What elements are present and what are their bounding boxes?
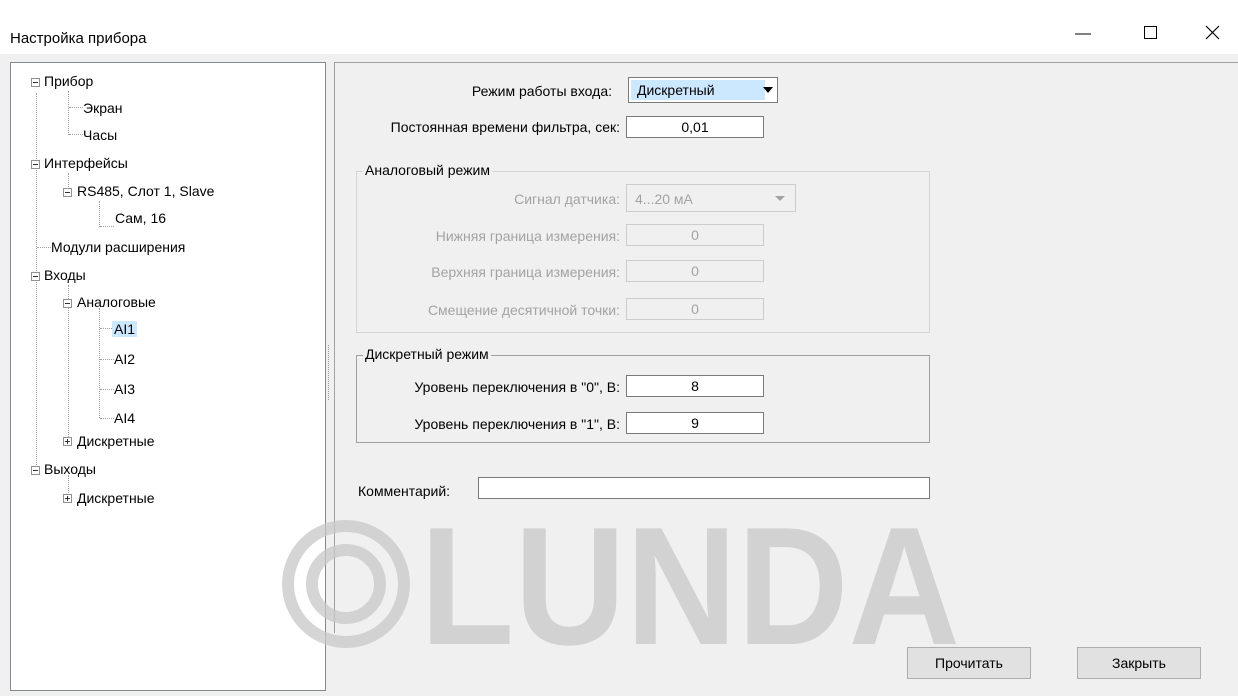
- title-bar: Настройка прибора: [0, 0, 1238, 54]
- tree-connector-line: [99, 201, 100, 227]
- tree-node-device[interactable]: Прибор: [44, 71, 93, 91]
- upper-limit-label: Верхняя граница измерения:: [431, 264, 620, 280]
- input-mode-value: Дискретный: [637, 82, 715, 98]
- close-button[interactable]: Закрыть: [1077, 647, 1201, 679]
- decimal-offset-label: Смещение десятичной точки:: [427, 302, 620, 318]
- analog-mode-title: Аналоговый режим: [363, 162, 492, 178]
- tree-connector-line: [68, 285, 69, 441]
- lower-limit-input[interactable]: 0: [626, 224, 764, 246]
- discrete-mode-title: Дискретный режим: [363, 346, 491, 362]
- tree-connector-line: [100, 226, 114, 227]
- comment-label: Комментарий:: [358, 483, 451, 499]
- tree-node-outputs[interactable]: Выходы: [44, 459, 96, 479]
- tree-connector-line: [37, 247, 51, 248]
- minimize-button[interactable]: [1060, 14, 1106, 46]
- dropdown-arrow-icon: [763, 87, 773, 93]
- tree-node-clock[interactable]: Часы: [83, 125, 117, 145]
- expand-toggle[interactable]: [63, 494, 72, 503]
- sensor-signal-label: Сигнал датчика:: [514, 191, 620, 207]
- level0-input[interactable]: 8: [626, 375, 764, 397]
- tree-connector-line: [100, 359, 114, 360]
- tree-connector-line: [69, 107, 83, 108]
- tree-connector-line: [100, 418, 114, 419]
- tree-node-ai4[interactable]: AI4: [114, 408, 135, 428]
- tree-node-ai3[interactable]: AI3: [114, 379, 135, 399]
- collapse-toggle[interactable]: [63, 299, 72, 308]
- tree-node-analog-inputs[interactable]: Аналоговые: [77, 292, 156, 312]
- filter-label: Постоянная времени фильтра, сек:: [390, 119, 620, 135]
- input-mode-select[interactable]: Дискретный: [628, 77, 778, 103]
- input-mode-label: Режим работы входа:: [471, 83, 612, 99]
- maximize-button[interactable]: [1128, 14, 1174, 46]
- decimal-offset-input[interactable]: 0: [626, 298, 764, 320]
- tree-node-discrete-outputs[interactable]: Дискретные: [77, 488, 155, 508]
- level1-input[interactable]: 9: [626, 412, 764, 434]
- tree-connector-line: [100, 389, 114, 390]
- level0-label: Уровень переключения в "0", В:: [414, 379, 620, 395]
- close-window-button[interactable]: [1190, 14, 1236, 46]
- filter-input[interactable]: 0,01: [626, 116, 764, 138]
- collapse-toggle[interactable]: [31, 78, 40, 87]
- close-icon: [1205, 25, 1220, 40]
- sensor-signal-value: 4...20 мА: [635, 191, 693, 207]
- lower-limit-label: Нижняя граница измерения:: [435, 228, 620, 244]
- tree-node-inputs[interactable]: Входы: [44, 265, 86, 285]
- maximize-icon: [1144, 26, 1157, 39]
- read-button[interactable]: Прочитать: [907, 647, 1031, 679]
- expand-toggle[interactable]: [63, 437, 72, 446]
- tree-node-screen[interactable]: Экран: [83, 98, 123, 118]
- dropdown-arrow-icon: [775, 196, 785, 201]
- upper-limit-input[interactable]: 0: [626, 260, 764, 282]
- tree-node-discrete-inputs[interactable]: Дискретные: [77, 431, 155, 451]
- level1-label: Уровень переключения в "1", В:: [414, 416, 620, 432]
- panel-splitter[interactable]: [328, 345, 331, 400]
- tree-node-interfaces[interactable]: Интерфейсы: [44, 153, 128, 173]
- collapse-toggle[interactable]: [31, 160, 40, 169]
- tree-node-self[interactable]: Сам, 16: [115, 208, 166, 228]
- tree-connector-line: [69, 134, 83, 135]
- tree-node-ai2[interactable]: AI2: [114, 349, 135, 369]
- comment-input[interactable]: [478, 477, 930, 499]
- minimize-icon: [1075, 33, 1091, 35]
- window-title: Настройка прибора: [10, 30, 147, 47]
- tree-node-rs485[interactable]: RS485, Слот 1, Slave: [77, 181, 214, 201]
- collapse-toggle[interactable]: [63, 188, 72, 197]
- collapse-toggle[interactable]: [31, 466, 40, 475]
- tree-connector-line: [36, 93, 37, 475]
- collapse-toggle[interactable]: [31, 272, 40, 281]
- settings-tree[interactable]: Прибор Экран Часы Интерфейсы RS485, Слот…: [10, 62, 326, 691]
- tree-node-expansion-modules[interactable]: Модули расширения: [51, 237, 185, 257]
- tree-connector-line: [68, 91, 69, 135]
- sensor-signal-select[interactable]: 4...20 мА: [626, 184, 796, 212]
- tree-node-ai1[interactable]: AI1: [112, 319, 138, 339]
- tree-connector-line: [99, 308, 100, 418]
